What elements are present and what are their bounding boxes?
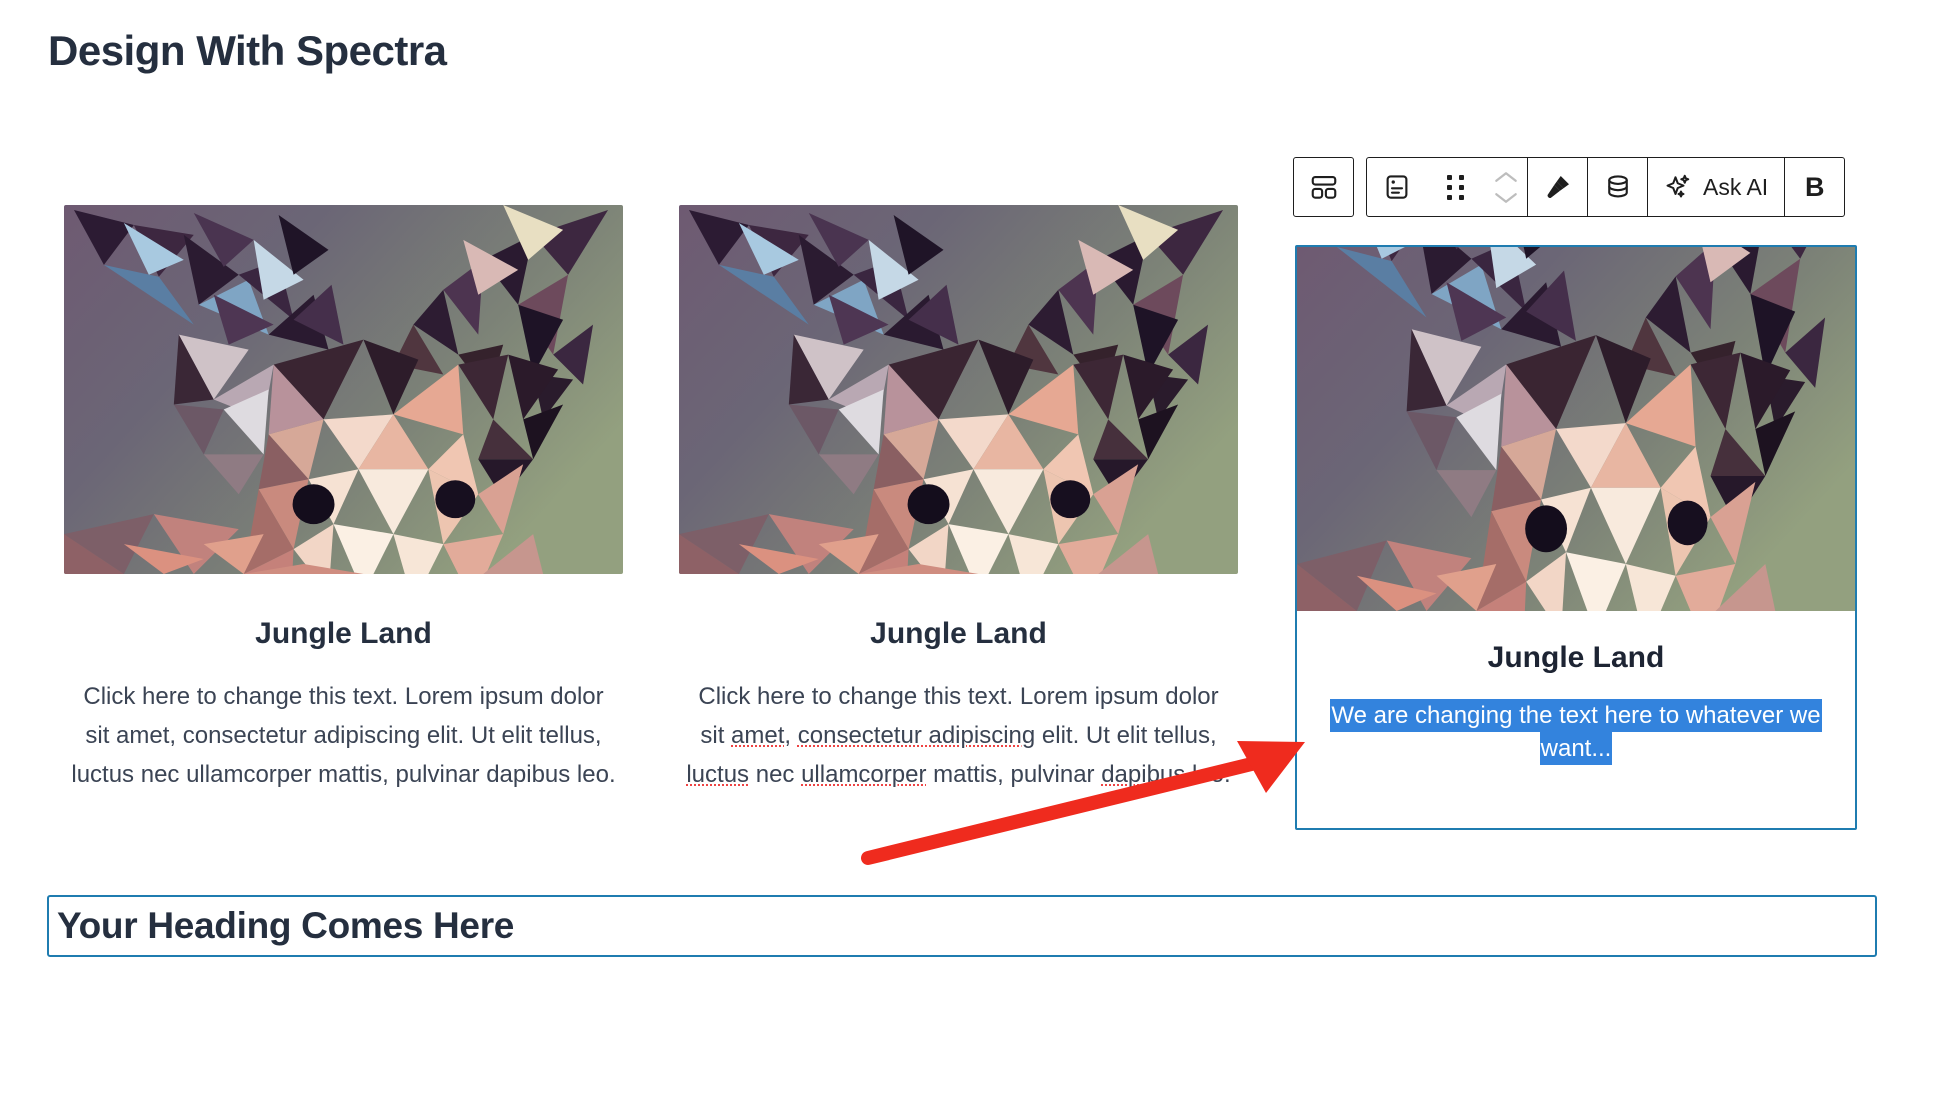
card-image-2[interactable] bbox=[679, 205, 1238, 574]
bold-icon: B bbox=[1804, 171, 1825, 202]
spellcheck-word: consectetur adipiscing bbox=[797, 721, 1036, 749]
move-block-buttons[interactable] bbox=[1485, 158, 1527, 216]
container-block-button[interactable] bbox=[1294, 158, 1353, 216]
spellcheck-word: dapibus bbox=[1101, 760, 1186, 788]
toolbar-group-main: Ask AI B bbox=[1366, 157, 1846, 217]
spellcheck-word: amet bbox=[731, 721, 785, 749]
card-title-1: Jungle Land bbox=[255, 617, 432, 650]
editor-canvas: Design With Spectra Jungle Land Click he… bbox=[0, 0, 1950, 1119]
deer-illustration-icon bbox=[64, 205, 623, 574]
style-brush-button[interactable] bbox=[1528, 158, 1587, 216]
paintbrush-icon bbox=[1547, 176, 1569, 199]
card-body-1[interactable]: Click here to change this text. Lorem ip… bbox=[64, 678, 623, 795]
content-card-icon bbox=[1386, 175, 1407, 199]
ask-ai-label: Ask AI bbox=[1703, 173, 1769, 200]
bold-button[interactable]: B bbox=[1785, 158, 1844, 216]
spellcheck-word: ullamcorper bbox=[801, 760, 927, 788]
card-image-1[interactable] bbox=[64, 205, 623, 574]
info-card-1[interactable]: Jungle Land Click here to change this te… bbox=[64, 205, 623, 795]
drag-dots-icon bbox=[1447, 174, 1464, 200]
deer-illustration-icon bbox=[1297, 247, 1855, 611]
selected-text[interactable]: We are changing the text here to whateve… bbox=[1330, 699, 1822, 766]
deer-illustration-icon bbox=[679, 205, 1238, 574]
heading-block[interactable]: Your Heading Comes Here bbox=[47, 895, 1877, 957]
chevron-up-icon[interactable] bbox=[1493, 170, 1519, 184]
card-body-3[interactable]: We are changing the text here to whateve… bbox=[1297, 699, 1855, 766]
layout-container-icon bbox=[1311, 175, 1336, 199]
page-title: Design With Spectra bbox=[48, 27, 447, 74]
spellcheck-word: luctus bbox=[686, 760, 750, 788]
card-image-3[interactable] bbox=[1297, 247, 1855, 611]
database-stack-icon bbox=[1607, 175, 1628, 198]
card-title-3: Jungle Land bbox=[1487, 641, 1665, 674]
info-card-2[interactable]: Jungle Land Click here to change this te… bbox=[679, 205, 1238, 795]
chevron-down-icon[interactable] bbox=[1493, 191, 1519, 205]
card-body-2[interactable]: Click here to change this text. Lorem ip… bbox=[679, 678, 1238, 795]
ask-ai-button[interactable]: Ask AI bbox=[1648, 158, 1784, 216]
block-toolbar[interactable]: Ask AI B bbox=[1293, 157, 1846, 217]
card-title-2: Jungle Land bbox=[870, 617, 1047, 650]
heading-block-text[interactable]: Your Heading Comes Here bbox=[49, 905, 514, 947]
database-button[interactable] bbox=[1588, 158, 1647, 216]
sparkle-icon bbox=[1666, 174, 1690, 198]
toolbar-group-parent bbox=[1293, 157, 1354, 217]
block-type-button[interactable] bbox=[1367, 158, 1426, 216]
info-card-3-selected[interactable]: Jungle Land We are changing the text her… bbox=[1295, 245, 1857, 830]
drag-handle-button[interactable] bbox=[1426, 158, 1485, 216]
